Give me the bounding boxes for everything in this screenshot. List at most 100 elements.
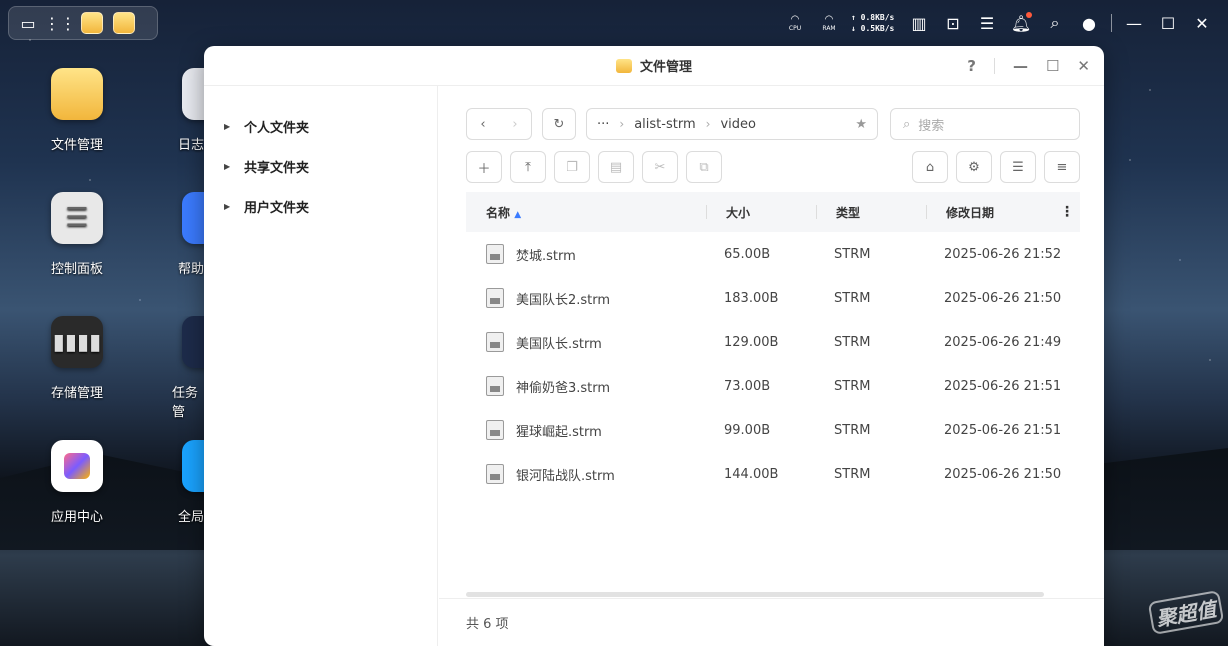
app-center-icon [51, 440, 103, 492]
file-name: 神偷奶爸3.strm [516, 380, 611, 396]
sidebar-item-personal[interactable]: ▶ 个人文件夹 [204, 106, 437, 146]
sort-button[interactable]: ≡ [1044, 151, 1080, 183]
tools-button[interactable]: ⌂ [912, 151, 948, 183]
log-icon [182, 68, 204, 120]
file-icon [486, 420, 504, 440]
ram-gauge-icon[interactable]: ◠ RAM [817, 11, 841, 35]
layout-icon[interactable]: ▥ [907, 11, 931, 35]
sort-asc-icon: ▲ [514, 209, 522, 220]
file-date: 2025-06-26 21:50 [944, 466, 1062, 482]
star-icon[interactable]: ★ [855, 117, 867, 132]
move-button[interactable]: ⧉ [686, 151, 722, 183]
maximize-icon[interactable]: ☐ [1156, 11, 1180, 35]
table-row[interactable]: 猩球崛起.strm 99.00B STRM 2025-06-26 21:51 [466, 408, 1080, 452]
status-bar: 共 6 项 [439, 598, 1104, 646]
file-type: STRM [834, 334, 871, 350]
column-size[interactable]: 大小 [706, 204, 816, 221]
desktop-app-control-panel[interactable]: ☰ 控制面板 [31, 192, 123, 277]
column-type[interactable]: 类型 [816, 204, 926, 221]
minimize-all-icon[interactable]: — [1122, 11, 1146, 35]
desktop-app-store[interactable]: 应用中心 [31, 440, 123, 525]
task-manager-icon [182, 316, 204, 368]
breadcrumb[interactable]: ··· › alist-strm › video ★ [586, 108, 878, 140]
expand-arrow-icon[interactable]: ▶ [224, 122, 244, 131]
monitor-icon[interactable]: ⊡ [941, 11, 965, 35]
sidebar-item-shared[interactable]: ▶ 共享文件夹 [204, 146, 437, 186]
close-button[interactable]: ✕ [1077, 57, 1090, 75]
file-icon [486, 244, 504, 264]
list-view-icon: ☰ [1012, 159, 1024, 175]
notification-bell-icon[interactable]: 🔔︎ [1009, 11, 1033, 35]
cut-button[interactable]: ✂ [642, 151, 678, 183]
sidebar-item-users[interactable]: ▶ 用户文件夹 [204, 186, 437, 226]
search-icon[interactable]: ⌕ [1043, 11, 1067, 35]
file-date: 2025-06-26 21:51 [944, 378, 1062, 394]
maximize-button[interactable]: ☐ [1046, 57, 1059, 75]
close-icon[interactable]: ✕ [1190, 11, 1214, 35]
folder-icon [615, 58, 632, 73]
table-row[interactable]: 美国队长.strm 129.00B STRM 2025-06-26 21:49 [466, 320, 1080, 364]
view-mode-button[interactable]: ☰ [1000, 151, 1036, 183]
expand-arrow-icon[interactable]: ▶ [224, 162, 244, 171]
back-button[interactable]: ‹ [480, 117, 485, 132]
table-row[interactable]: 神偷奶爸3.strm 73.00B STRM 2025-06-26 21:51 [466, 364, 1080, 408]
breadcrumb-more[interactable]: ··· [597, 117, 609, 132]
file-size: 65.00B [724, 246, 771, 262]
copy-button[interactable]: ❐ [554, 151, 590, 183]
help-button[interactable]: ? [967, 57, 976, 75]
storage-icon[interactable]: ☰ [975, 11, 999, 35]
app-grid-icon[interactable]: ⋮⋮ [44, 12, 76, 34]
new-button[interactable]: ＋ [466, 151, 502, 183]
scissors-icon: ✂ [654, 159, 666, 175]
desktop-app-global-search[interactable]: 全局 [158, 440, 204, 525]
horizontal-scrollbar[interactable] [466, 592, 1044, 597]
desktop-icon[interactable]: ▭ [17, 12, 39, 34]
file-list: 焚城.strm 65.00B STRM 2025-06-26 21:52 美国队长2.… [466, 232, 1080, 496]
minimize-button[interactable]: — [1013, 57, 1028, 75]
expand-arrow-icon[interactable]: ▶ [224, 202, 244, 211]
search-input[interactable]: ⌕ 搜索 [890, 108, 1080, 140]
search-icon: ⌕ [903, 116, 911, 132]
breadcrumb-segment[interactable]: alist-strm [634, 117, 695, 132]
column-options-icon[interactable]: ⋮ [1060, 204, 1074, 220]
settings-button[interactable]: ⚙ [956, 151, 992, 183]
file-name: 猩球崛起.strm [516, 424, 602, 440]
window-controls-divider [993, 58, 995, 74]
desktop-app-task-manager[interactable]: 任务管 [158, 316, 204, 420]
upload-icon: ⤒ [525, 159, 531, 175]
breadcrumb-segment[interactable]: video [720, 117, 756, 132]
table-row[interactable]: 美国队长2.strm 183.00B STRM 2025-06-26 21:50 [466, 276, 1080, 320]
desktop-app-log[interactable]: 日志 [158, 68, 204, 153]
taskbar-file-manager-icon[interactable] [81, 12, 103, 34]
ram-label: RAM [822, 25, 836, 32]
table-row[interactable]: 银河陆战队.strm 144.00B STRM 2025-06-26 21:50 [466, 452, 1080, 496]
desktop-app-file-manager[interactable]: 文件管理 [31, 68, 123, 153]
plus-icon: ＋ [477, 161, 491, 177]
forward-button[interactable]: › [512, 117, 517, 132]
desktop-app-label: 控制面板 [50, 262, 103, 277]
desktop-app-label: 帮助 [178, 262, 204, 277]
user-icon[interactable]: ● [1077, 11, 1101, 35]
table-header: 名称 ▲ 大小 类型 修改日期 ⋮ [466, 192, 1080, 232]
global-search-icon [182, 440, 204, 492]
refresh-button[interactable]: ↻ [542, 108, 576, 140]
desktop-app-storage[interactable]: ▮▮▮▮ 存储管理 [31, 316, 123, 401]
column-header-label: 大小 [726, 205, 751, 220]
window-titlebar[interactable]: 文件管理 ? — ☐ ✕ [204, 46, 1104, 86]
column-date[interactable]: 修改日期 [926, 204, 1056, 221]
paste-button[interactable]: ▤ [598, 151, 634, 183]
file-size: 144.00B [724, 466, 779, 482]
file-manager-window: 文件管理 ? — ☐ ✕ ▶ 个人文件夹 ▶ 共享文件夹 ▶ 用户文件夹 ‹ › ↻ … [204, 46, 1104, 646]
paste-icon: ▤ [609, 159, 623, 175]
desktop-app-label: 任务管 [172, 386, 199, 420]
column-name[interactable]: 名称 ▲ [466, 204, 706, 221]
cpu-gauge-icon[interactable]: ◠ CPU [783, 11, 807, 35]
taskbar-file-manager-icon-2[interactable] [113, 12, 135, 34]
desktop-app-label: 应用中心 [50, 510, 103, 525]
desktop-app-help[interactable]: 帮助 [158, 192, 204, 277]
upload-button[interactable]: ⤒ [510, 151, 546, 183]
chevron-right-icon: › [705, 117, 711, 131]
network-speed[interactable]: ↑ 0.8KB/s ↓ 0.5KB/s [851, 12, 897, 34]
table-row[interactable]: 焚城.strm 65.00B STRM 2025-06-26 21:52 [466, 232, 1080, 276]
column-header-label: 名称 [486, 205, 511, 220]
